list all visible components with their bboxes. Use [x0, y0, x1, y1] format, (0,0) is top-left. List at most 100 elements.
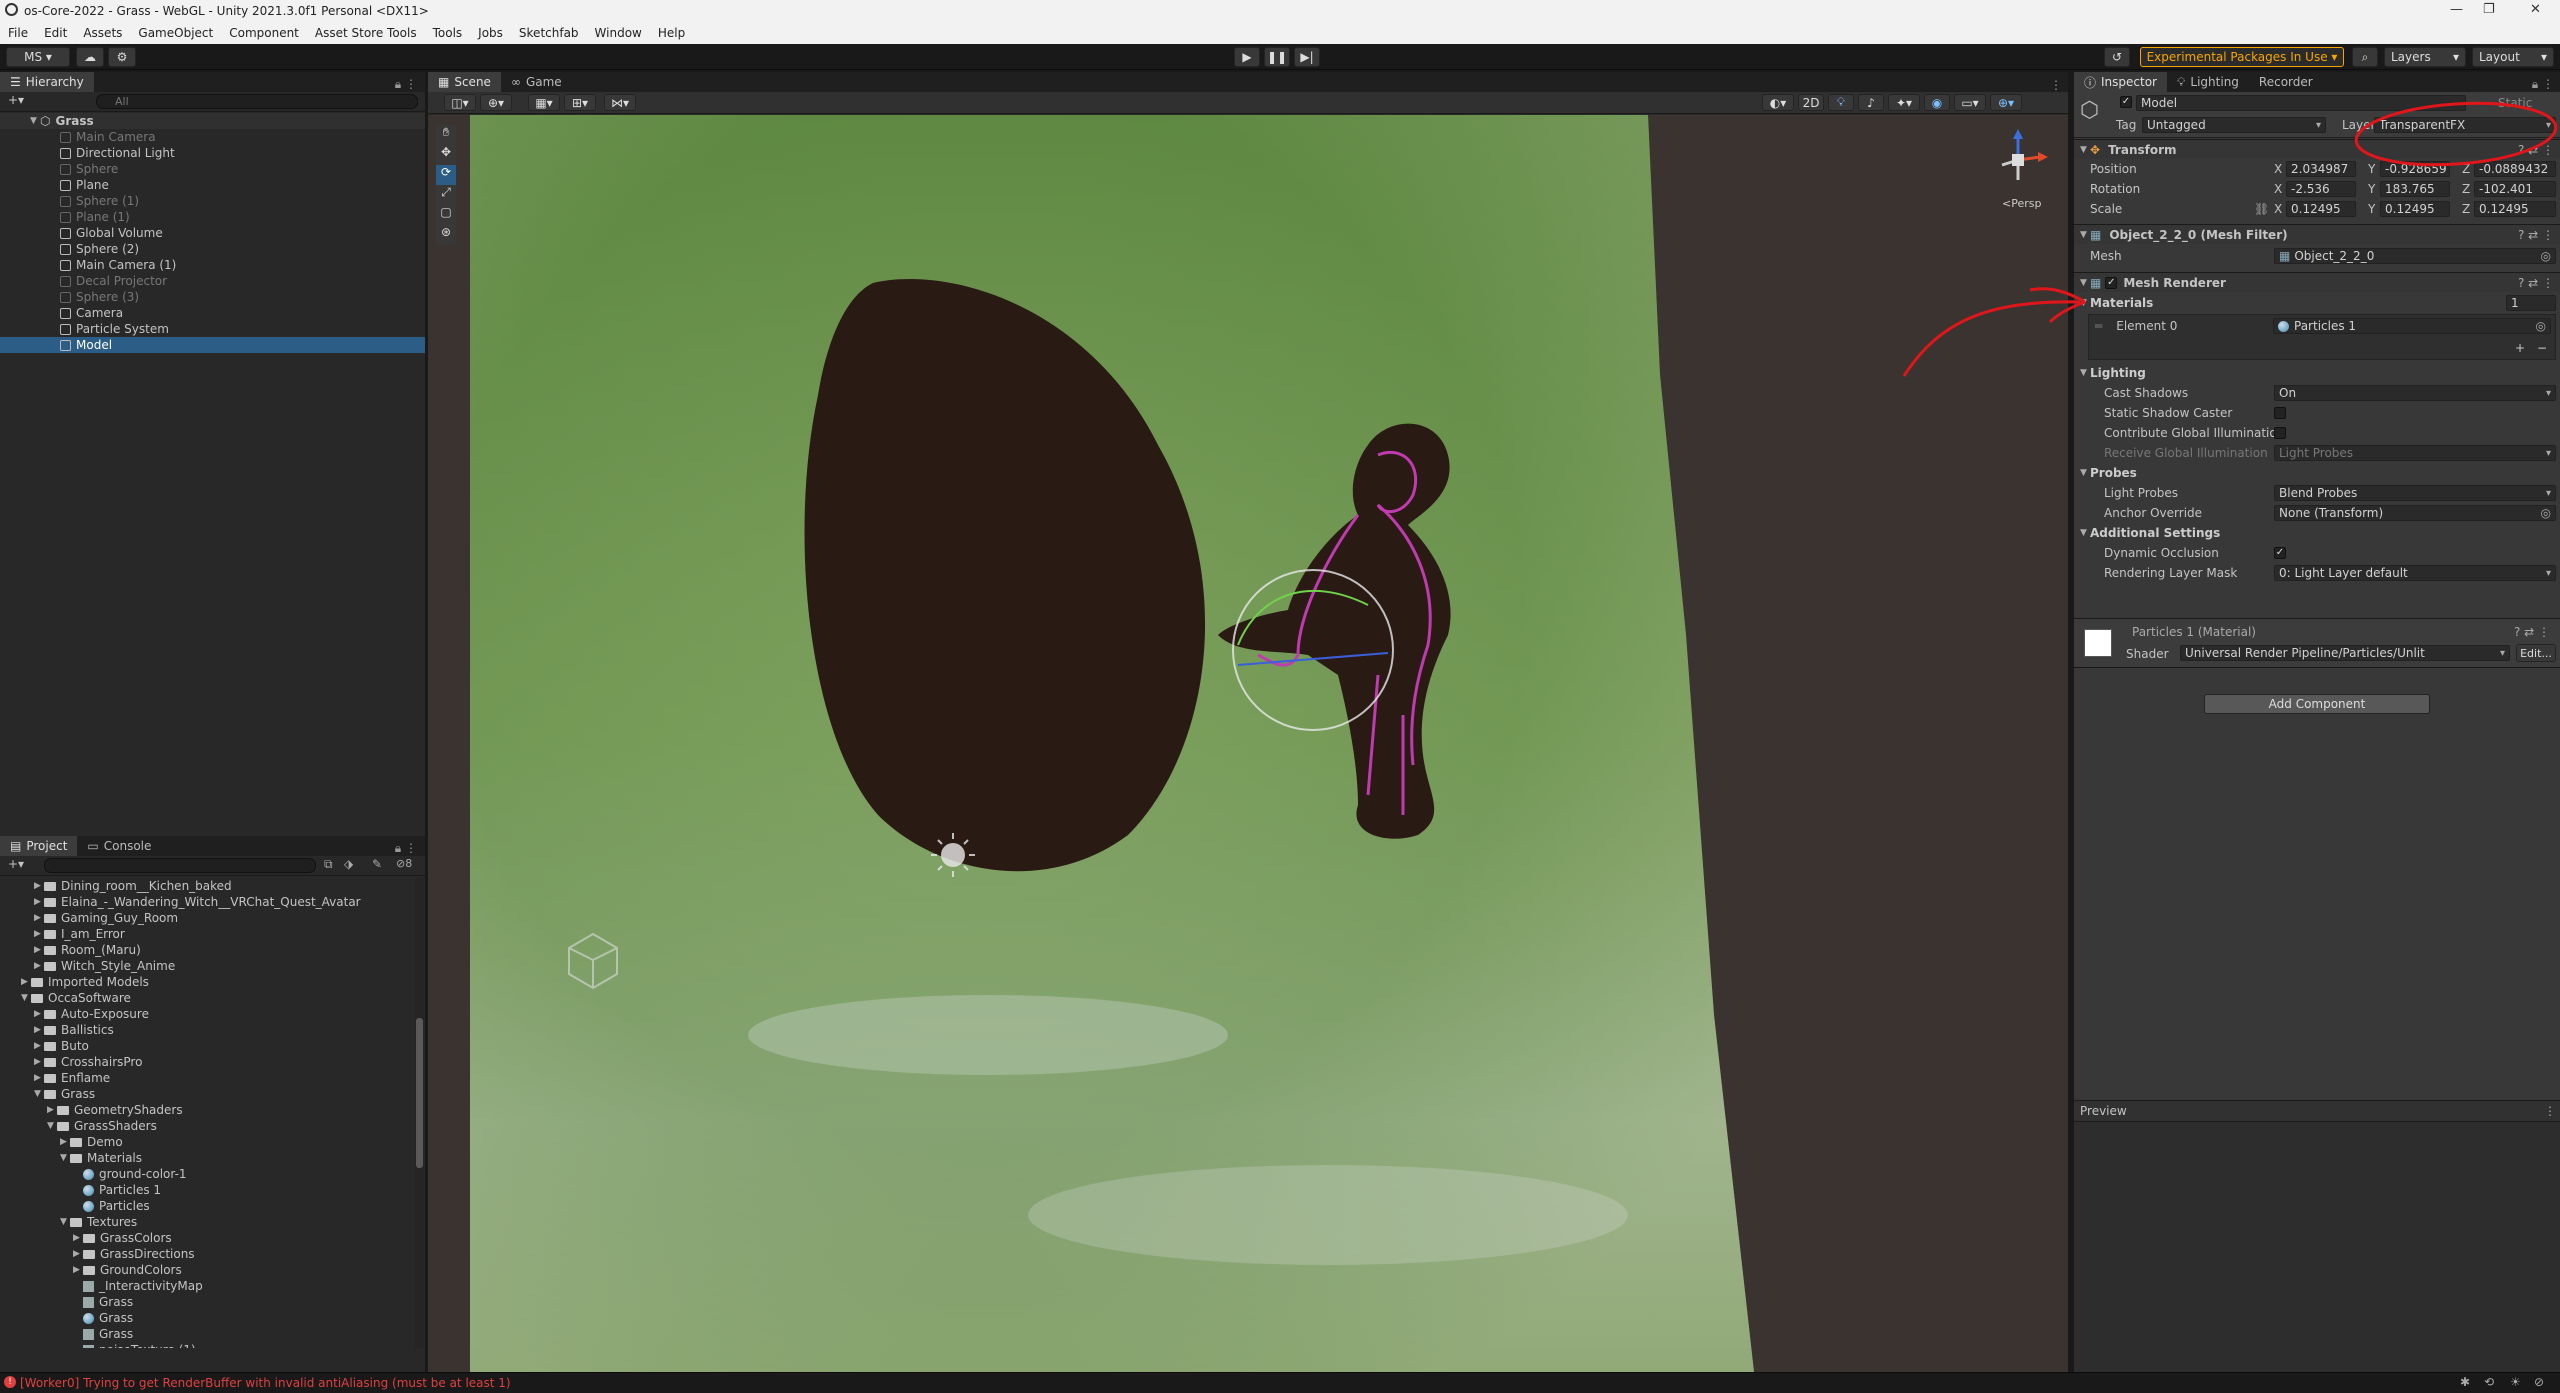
- progress-icon[interactable]: ⟲: [2484, 1375, 2494, 1389]
- lighting-toggle-icon[interactable]: 💡︎: [1828, 94, 1854, 111]
- notifications-icon[interactable]: ⊘: [2534, 1375, 2544, 1389]
- project-scrollbar[interactable]: [415, 878, 424, 1348]
- collab-icon[interactable]: ⚙: [108, 47, 136, 67]
- menu-item-jobs[interactable]: Jobs: [478, 26, 503, 40]
- close-icon[interactable]: ✕: [2530, 2, 2541, 17]
- search-icon[interactable]: ⌕: [2352, 47, 2378, 67]
- undo-history-icon[interactable]: ↺: [2104, 47, 2130, 67]
- menu-item-help[interactable]: Help: [658, 26, 685, 40]
- project-item[interactable]: noiseTexture (1): [0, 1342, 416, 1348]
- additional-settings-section[interactable]: ▼ Additional Settings: [2074, 524, 2560, 542]
- collapsed-arrow-icon[interactable]: ▶: [34, 897, 44, 907]
- favorite-icon[interactable]: ✎: [372, 857, 382, 871]
- collapsed-arrow-icon[interactable]: ▶: [73, 1265, 83, 1275]
- lock-icon[interactable]: 🔒︎ ⋮: [395, 77, 417, 92]
- collapsed-arrow-icon[interactable]: ▶: [60, 1137, 70, 1147]
- project-item[interactable]: ▶ Dining_room__Kichen_baked: [0, 878, 416, 894]
- cloud-icon[interactable]: ☁: [76, 47, 104, 67]
- rendering-layer-mask-dropdown[interactable]: 0: Light Layer default: [2274, 565, 2556, 581]
- shader-edit-button[interactable]: Edit...: [2516, 644, 2556, 662]
- hierarchy-item[interactable]: Main Camera: [0, 129, 425, 145]
- tab-recorder[interactable]: Recorder: [2249, 72, 2323, 92]
- anchor-override-field[interactable]: None (Transform) ◎: [2274, 505, 2556, 521]
- component-menu-icon[interactable]: ? ⇄ ⋮: [2514, 625, 2550, 639]
- project-item[interactable]: ▶ Demo: [0, 1134, 416, 1150]
- menu-item-gameobject[interactable]: GameObject: [138, 26, 213, 40]
- dynamic-occlusion-checkbox[interactable]: ✓: [2274, 547, 2286, 559]
- project-item[interactable]: ▶ I_am_Error: [0, 926, 416, 942]
- project-item[interactable]: ▶ Imported Models: [0, 974, 416, 990]
- experimental-packages-button[interactable]: Experimental Packages In Use ▾: [2140, 47, 2344, 67]
- menu-item-file[interactable]: File: [8, 26, 28, 40]
- collapsed-arrow-icon[interactable]: ▶: [73, 1233, 83, 1243]
- collapsed-arrow-icon[interactable]: ▶: [34, 1009, 44, 1019]
- menu-item-assets[interactable]: Assets: [83, 26, 122, 40]
- status-message[interactable]: [Worker0] Trying to get RenderBuffer wit…: [20, 1376, 511, 1390]
- tab-project[interactable]: ▤ Project: [0, 836, 78, 856]
- hierarchy-item[interactable]: Camera: [0, 305, 425, 321]
- collapsed-arrow-icon[interactable]: ▶: [34, 945, 44, 955]
- add-icon[interactable]: +▾: [8, 93, 24, 107]
- expanded-arrow-icon[interactable]: ▼: [60, 1153, 70, 1163]
- draw-mode-dropdown[interactable]: ◫▾: [444, 94, 476, 111]
- project-item[interactable]: ▼ Grass: [0, 1086, 416, 1102]
- collapsed-arrow-icon[interactable]: ▶: [47, 1105, 57, 1115]
- collapsed-arrow-icon[interactable]: ▶: [34, 929, 44, 939]
- add-component-button[interactable]: Add Component: [2204, 694, 2430, 714]
- collapsed-arrow-icon[interactable]: ▶: [34, 961, 44, 971]
- expanded-arrow-icon[interactable]: ▼: [47, 1121, 57, 1131]
- hierarchy-item[interactable]: Directional Light: [0, 145, 425, 161]
- hierarchy-search-input[interactable]: [96, 94, 418, 109]
- hierarchy-item[interactable]: Main Camera (1): [0, 257, 425, 273]
- project-item[interactable]: ▼ OccaSoftware: [0, 990, 416, 1006]
- light-probes-dropdown[interactable]: Blend Probes: [2274, 485, 2556, 501]
- tab-console[interactable]: ▭ Console: [77, 836, 161, 856]
- hierarchy-item[interactable]: Global Volume: [0, 225, 425, 241]
- step-button[interactable]: ▶|: [1294, 47, 1320, 67]
- more-icon[interactable]: ⋮: [2544, 1104, 2556, 1118]
- snap-dropdown[interactable]: ⊞▾: [564, 94, 596, 111]
- minimize-icon[interactable]: —: [2450, 2, 2463, 17]
- expanded-arrow-icon[interactable]: ▼: [21, 993, 31, 1003]
- layers-dropdown[interactable]: Layers ▾: [2384, 47, 2466, 67]
- hidden-packages-icon[interactable]: ⊘8: [396, 857, 412, 870]
- static-shadow-checkbox[interactable]: [2274, 407, 2286, 419]
- hierarchy-item[interactable]: Model: [0, 337, 425, 353]
- rotate-tool-icon[interactable]: ⟳: [436, 165, 456, 185]
- filter-label-icon[interactable]: ⬗: [344, 857, 353, 871]
- hierarchy-item[interactable]: Plane (1): [0, 209, 425, 225]
- hierarchy-item[interactable]: Sphere (2): [0, 241, 425, 257]
- expanded-arrow-icon[interactable]: ▼: [60, 1217, 70, 1227]
- project-item[interactable]: Grass: [0, 1294, 416, 1310]
- collapsed-arrow-icon[interactable]: ▶: [34, 1041, 44, 1051]
- account-button[interactable]: MS ▾: [6, 47, 70, 67]
- filter-type-icon[interactable]: ⧉: [324, 857, 333, 872]
- project-item[interactable]: ▶ Ballistics: [0, 1022, 416, 1038]
- hierarchy-item[interactable]: Sphere (3): [0, 289, 425, 305]
- lock-icon[interactable]: 🔒︎ ⋮: [395, 841, 417, 856]
- project-item[interactable]: Grass: [0, 1310, 416, 1326]
- tab-lighting[interactable]: 💡︎ Lighting: [2167, 72, 2249, 92]
- project-item[interactable]: Grass: [0, 1326, 416, 1342]
- project-item[interactable]: ▶ Enflame: [0, 1070, 416, 1086]
- tab-hierarchy[interactable]: ☰ Hierarchy: [0, 72, 94, 92]
- hierarchy-item[interactable]: Sphere (1): [0, 193, 425, 209]
- probes-section[interactable]: ▼ Probes: [2074, 464, 2560, 482]
- project-item[interactable]: ▼ GrassShaders: [0, 1118, 416, 1134]
- project-item[interactable]: Particles 1: [0, 1182, 416, 1198]
- menu-item-tools[interactable]: Tools: [433, 26, 463, 40]
- hierarchy-item[interactable]: Decal Projector: [0, 273, 425, 289]
- pause-button[interactable]: ❚❚: [1264, 47, 1290, 67]
- project-item[interactable]: ▶ GeometryShaders: [0, 1102, 416, 1118]
- hierarchy-item[interactable]: Sphere: [0, 161, 425, 177]
- debug-icon[interactable]: ✱: [2460, 1375, 2470, 1389]
- menu-item-edit[interactable]: Edit: [44, 26, 67, 40]
- project-item[interactable]: ▶ Auto-Exposure: [0, 1006, 416, 1022]
- scene-viewport[interactable]: ✋︎ ✥ ⟳ ⤢ ▢ ⊛ <Persp: [428, 115, 2068, 1372]
- project-item[interactable]: ▼ Materials: [0, 1150, 416, 1166]
- project-search-input[interactable]: [44, 858, 316, 873]
- contribute-gi-checkbox[interactable]: [2274, 427, 2286, 439]
- collapsed-arrow-icon[interactable]: ▶: [34, 1073, 44, 1083]
- shader-dropdown[interactable]: Universal Render Pipeline/Particles/Unli…: [2180, 645, 2510, 661]
- hierarchy-item[interactable]: Particle System: [0, 321, 425, 337]
